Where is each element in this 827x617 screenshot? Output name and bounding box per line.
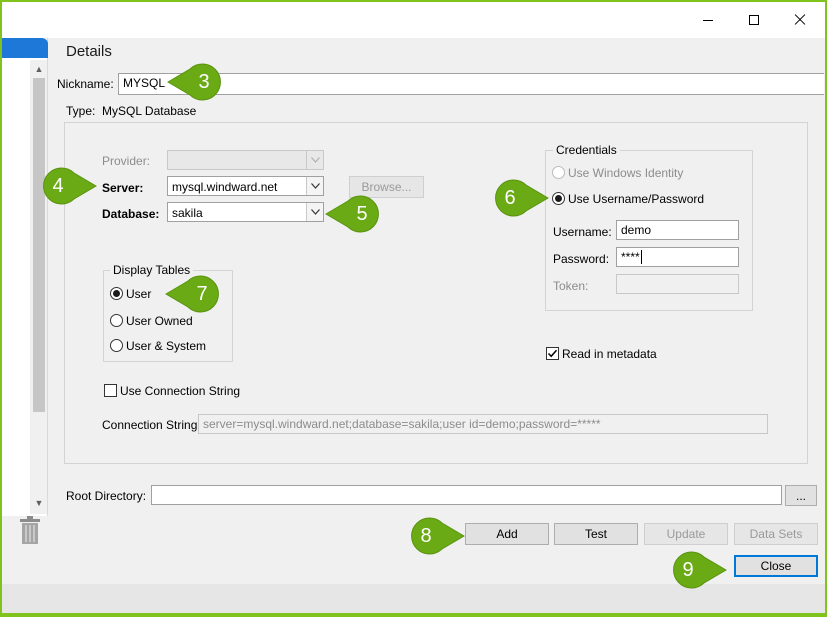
password-label: Password: bbox=[553, 252, 610, 266]
close-icon bbox=[794, 14, 806, 26]
username-password-label[interactable]: Use Username/Password bbox=[568, 192, 704, 206]
user-system-radio[interactable] bbox=[110, 339, 123, 352]
use-connection-string-checkbox[interactable] bbox=[104, 384, 117, 397]
password-input[interactable]: **** bbox=[616, 247, 739, 267]
server-label: Server: bbox=[102, 181, 144, 195]
add-button[interactable]: Add bbox=[465, 523, 549, 545]
close-window-button[interactable] bbox=[777, 2, 823, 38]
username-label: Username: bbox=[553, 225, 612, 239]
type-value: MySQL Database bbox=[102, 104, 197, 118]
token-input bbox=[616, 274, 739, 294]
server-value: mysql.windward.net bbox=[172, 180, 278, 194]
checkmark-icon bbox=[547, 349, 558, 358]
read-metadata-label[interactable]: Read in metadata bbox=[562, 347, 657, 361]
credentials-title: Credentials bbox=[553, 143, 620, 157]
callout-9-number: 9 bbox=[682, 558, 694, 581]
database-value: sakila bbox=[172, 206, 203, 220]
database-label: Database: bbox=[102, 207, 160, 221]
password-value: **** bbox=[621, 250, 640, 264]
chevron-down-icon[interactable] bbox=[306, 177, 323, 195]
data-source-list[interactable]: ▲ ▼ bbox=[2, 38, 48, 516]
close-button[interactable]: Close bbox=[734, 555, 818, 577]
use-connection-string-label[interactable]: Use Connection String bbox=[120, 384, 240, 398]
scroll-up-icon[interactable]: ▲ bbox=[34, 64, 44, 74]
root-directory-label: Root Directory: bbox=[66, 489, 147, 503]
user-owned-radio[interactable] bbox=[110, 314, 123, 327]
read-metadata-checkbox[interactable] bbox=[546, 347, 559, 360]
maximize-button[interactable] bbox=[731, 2, 777, 38]
scroll-down-icon[interactable]: ▼ bbox=[34, 498, 44, 508]
callout-8-number: 8 bbox=[420, 524, 432, 547]
provider-label: Provider: bbox=[102, 154, 151, 168]
update-button[interactable]: Update bbox=[644, 523, 728, 545]
username-password-radio[interactable] bbox=[552, 192, 565, 205]
token-label: Token: bbox=[553, 279, 589, 293]
callout-5-number: 5 bbox=[356, 202, 368, 225]
details-heading: Details bbox=[66, 43, 112, 60]
username-input[interactable]: demo bbox=[616, 220, 739, 240]
maximize-icon bbox=[749, 15, 759, 25]
list-scrollbar-thumb[interactable] bbox=[33, 78, 45, 412]
minimize-icon bbox=[703, 19, 713, 21]
provider-select bbox=[167, 150, 324, 170]
data-sets-button[interactable]: Data Sets bbox=[734, 523, 818, 545]
callout-3-number: 3 bbox=[198, 70, 210, 93]
test-button[interactable]: Test bbox=[554, 523, 638, 545]
windows-identity-radio[interactable] bbox=[552, 166, 565, 179]
title-bar bbox=[2, 2, 825, 38]
database-select[interactable]: sakila bbox=[167, 202, 324, 222]
user-system-radio-label[interactable]: User & System bbox=[126, 339, 206, 353]
connection-string-label: Connection String: bbox=[102, 418, 201, 432]
callout-4-number: 4 bbox=[52, 174, 64, 197]
user-owned-radio-label[interactable]: User Owned bbox=[126, 314, 193, 328]
type-label: Type: bbox=[66, 104, 96, 118]
chevron-down-icon[interactable] bbox=[306, 203, 323, 221]
connection-string-input: server=mysql.windward.net;database=sakil… bbox=[198, 414, 768, 434]
root-directory-browse-button[interactable]: ... bbox=[785, 485, 817, 506]
trash-icon[interactable] bbox=[18, 516, 42, 546]
windows-identity-label[interactable]: Use Windows Identity bbox=[568, 166, 683, 180]
server-select[interactable]: mysql.windward.net bbox=[167, 176, 324, 196]
selected-list-item[interactable] bbox=[2, 38, 48, 58]
callout-6-number: 6 bbox=[504, 186, 516, 209]
nickname-label: Nickname: bbox=[57, 77, 114, 91]
user-radio-label[interactable]: User bbox=[126, 287, 151, 301]
root-directory-input[interactable] bbox=[151, 485, 782, 505]
chevron-down-icon bbox=[306, 151, 323, 169]
user-radio[interactable] bbox=[110, 287, 123, 300]
minimize-button[interactable] bbox=[685, 2, 731, 38]
callout-7-number: 7 bbox=[196, 282, 208, 305]
text-cursor bbox=[640, 250, 642, 264]
